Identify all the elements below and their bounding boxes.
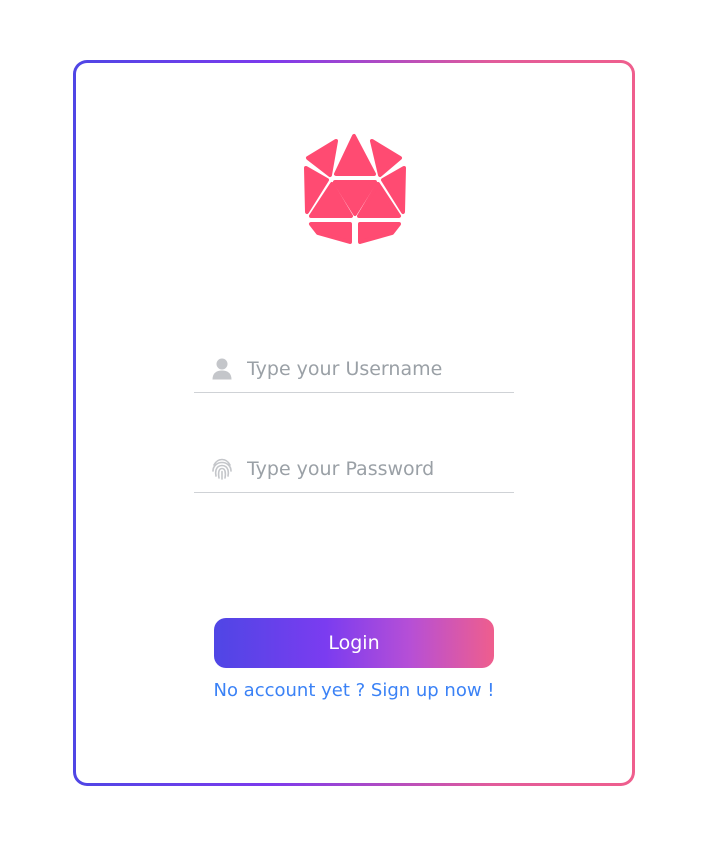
password-field: [194, 446, 514, 493]
login-card-border: Login No account yet ? Sign up now !: [73, 60, 635, 786]
username-input[interactable]: [247, 358, 507, 380]
login-button[interactable]: Login: [214, 618, 494, 668]
user-icon: [211, 358, 233, 380]
fingerprint-icon: [211, 458, 233, 480]
d20-logo-icon: [304, 134, 406, 244]
signup-link[interactable]: No account yet ? Sign up now !: [76, 680, 632, 701]
username-field: [194, 346, 514, 393]
login-card: Login No account yet ? Sign up now !: [76, 63, 632, 783]
password-input[interactable]: [247, 458, 507, 480]
